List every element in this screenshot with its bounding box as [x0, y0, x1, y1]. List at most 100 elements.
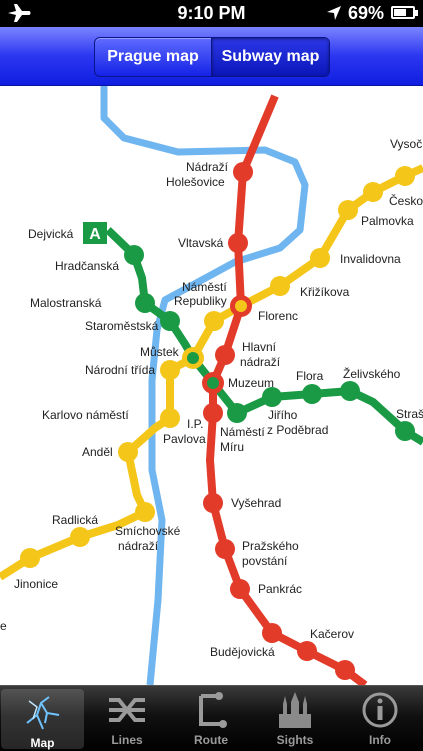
- station-next-red[interactable]: [335, 660, 355, 680]
- location-arrow-icon: [327, 6, 341, 20]
- label-jinonice: Jinonice: [14, 577, 58, 591]
- map-icon: [26, 696, 60, 730]
- sights-icon: [279, 692, 311, 728]
- label-cesko: Česko: [389, 193, 423, 208]
- label-andel: Anděl: [82, 445, 113, 459]
- label-krizikova: Křižíkova: [300, 285, 350, 299]
- transfer-mustek[interactable]: [182, 347, 204, 369]
- subway-map-canvas[interactable]: A Dejvická Hradčanská Malostranská Staro…: [0, 86, 423, 685]
- label-smichovske-1: Smíchovské: [115, 524, 181, 538]
- label-edge: e: [0, 619, 7, 633]
- tab-info-label: Info: [369, 733, 391, 747]
- label-jiriho-2: z Poděbrad: [267, 423, 328, 437]
- label-hradcanska: Hradčanská: [55, 259, 119, 273]
- navigation-bar: Prague map Subway map: [0, 27, 423, 86]
- label-ip-2: Pavlova: [163, 432, 206, 446]
- station-narodni[interactable]: [160, 360, 180, 380]
- station-malostranska[interactable]: [135, 293, 155, 313]
- label-karlovo: Karlovo náměstí: [42, 408, 129, 422]
- label-stras: Straš: [396, 407, 423, 421]
- label-malostranska: Malostranská: [30, 296, 102, 310]
- station-prazskeho-povstani[interactable]: [215, 539, 235, 559]
- battery-icon: [391, 6, 415, 19]
- tab-sights-label: Sights: [276, 733, 314, 747]
- label-namesti-miru-1: Náměstí: [220, 425, 265, 439]
- info-icon: [362, 692, 398, 728]
- station-karlovo[interactable]: [160, 408, 180, 428]
- station-palmovka[interactable]: [338, 200, 358, 220]
- label-ip-1: I.P.: [187, 417, 203, 431]
- station-jiriho[interactable]: [262, 387, 282, 407]
- transfer-muzeum[interactable]: [202, 372, 224, 394]
- station-namesti-republiky[interactable]: [204, 311, 224, 331]
- label-prazske-1: Pražského: [242, 539, 299, 553]
- station-vysocanska[interactable]: [395, 166, 415, 186]
- station-namesti-miru[interactable]: [227, 403, 247, 423]
- station-krizikova[interactable]: [270, 276, 290, 296]
- label-nadrazi-holesovice-2: Holešovice: [166, 175, 225, 189]
- label-dejvicka: Dejvická: [28, 227, 74, 241]
- label-muzeum: Muzeum: [228, 376, 274, 390]
- station-nadrazi-holesovice[interactable]: [233, 162, 253, 182]
- station-vysehrad[interactable]: [203, 493, 223, 513]
- label-pankrac: Pankrác: [258, 582, 302, 596]
- station-pankrac[interactable]: [230, 579, 250, 599]
- tab-lines[interactable]: Lines: [85, 686, 169, 751]
- label-zelivskeho: Želivského: [343, 366, 401, 381]
- tab-map-label: Map: [30, 736, 55, 750]
- label-narodni-trida: Národní třída: [85, 363, 155, 377]
- station-staromestska[interactable]: [160, 311, 180, 331]
- transfer-florenc[interactable]: [230, 295, 252, 317]
- label-hlavni-1: Hlavní: [242, 340, 277, 354]
- line-a-badge-label: A: [89, 226, 101, 243]
- tab-bar: Map Lines Route Sights Info: [0, 685, 423, 751]
- lines-icon: [109, 698, 145, 722]
- label-hlavni-2: nádraží: [240, 355, 281, 369]
- label-invalidovna: Invalidovna: [340, 252, 401, 266]
- prague-map-segment[interactable]: Prague map: [95, 38, 212, 76]
- station-vltavska[interactable]: [228, 233, 248, 253]
- station-hradcanska[interactable]: [124, 245, 144, 265]
- station-strasnicka[interactable]: [395, 421, 415, 441]
- subway-map[interactable]: A Dejvická Hradčanská Malostranská Staro…: [0, 86, 423, 685]
- label-staromestska: Staroměstská: [85, 319, 159, 333]
- station-hlavni-nadrazi[interactable]: [215, 345, 235, 365]
- label-flora: Flora: [296, 369, 324, 383]
- tab-map[interactable]: Map: [1, 689, 84, 750]
- label-vysoc: Vysoč: [390, 137, 422, 151]
- station-jinonice[interactable]: [20, 548, 40, 568]
- battery-percent: 69%: [348, 3, 385, 23]
- tab-lines-label: Lines: [111, 733, 143, 747]
- station-kacerov[interactable]: [262, 623, 282, 643]
- label-smichovske-2: nádraží: [118, 539, 159, 553]
- station-radlicka[interactable]: [70, 527, 90, 547]
- tab-sights[interactable]: Sights: [253, 686, 337, 751]
- label-vltavska: Vltavská: [178, 236, 224, 250]
- battery-tip: [415, 10, 418, 16]
- station-andel[interactable]: [118, 442, 138, 462]
- label-vysehrad: Vyšehrad: [231, 496, 281, 510]
- station-invalidovna[interactable]: [310, 248, 330, 268]
- station-flora[interactable]: [302, 384, 322, 404]
- station-ip-pavlova[interactable]: [203, 403, 223, 423]
- station-budejovicka[interactable]: [297, 641, 317, 661]
- label-nadrazi-holesovice-1: Nádraží: [186, 160, 229, 174]
- station-zelivskeho[interactable]: [340, 381, 360, 401]
- label-mustek: Můstek: [140, 345, 180, 359]
- tab-route-label: Route: [194, 733, 228, 747]
- status-bar: 9:10 PM 69%: [0, 0, 423, 27]
- label-kacerov: Kačerov: [310, 627, 354, 641]
- tab-route[interactable]: Route: [169, 686, 253, 751]
- subway-map-segment[interactable]: Subway map: [212, 38, 329, 76]
- tab-info[interactable]: Info: [338, 686, 422, 751]
- station-ceskomoravska[interactable]: [363, 182, 383, 202]
- label-jiriho-1: Jiřího: [268, 408, 298, 422]
- map-type-segmented-control: Prague map Subway map: [94, 37, 330, 77]
- label-palmovka: Palmovka: [361, 214, 414, 228]
- station-smichovske[interactable]: [135, 502, 155, 522]
- label-prazske-2: povstání: [242, 554, 288, 568]
- label-namesti-miru-2: Míru: [220, 440, 244, 454]
- label-florenc: Florenc: [258, 309, 298, 323]
- label-radlicka: Radlická: [52, 513, 98, 527]
- route-icon: [199, 692, 227, 728]
